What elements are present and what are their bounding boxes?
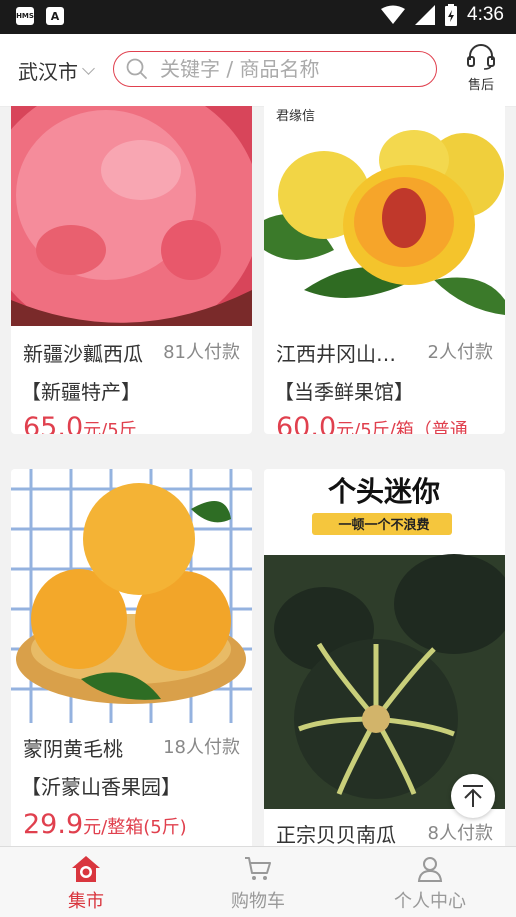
home-icon bbox=[72, 856, 100, 882]
price-value: 60.0 bbox=[276, 412, 337, 434]
search-box[interactable] bbox=[113, 51, 437, 87]
arrow-up-icon bbox=[463, 785, 483, 807]
cart-icon bbox=[245, 857, 271, 880]
product-card[interactable]: 新疆沙瓤西瓜 81人付款 【新疆特产】 65.0元/5斤 bbox=[11, 106, 252, 434]
tab-profile[interactable]: 个人中心 bbox=[344, 847, 516, 917]
product-price: 29.9元/整箱(5斤) bbox=[23, 809, 243, 840]
sales-count: 2人付款 bbox=[427, 342, 493, 363]
person-icon bbox=[417, 857, 443, 882]
search-input[interactable] bbox=[158, 56, 422, 82]
image-subline: 一顿一个不浪费 bbox=[338, 517, 429, 533]
clock: 4:36 bbox=[467, 4, 504, 25]
price-value: 29.9 bbox=[23, 809, 84, 840]
bottom-tab-bar: 集市 购物车 个人中心 bbox=[0, 846, 516, 917]
status-bar: HMS A 4:36 bbox=[0, 0, 516, 34]
tab-label: 个人中心 bbox=[394, 891, 466, 912]
back-to-top-button[interactable] bbox=[451, 774, 495, 818]
product-price: 65.0元/5斤 bbox=[23, 412, 243, 434]
signal-icon bbox=[415, 5, 436, 25]
tab-cart[interactable]: 购物车 bbox=[172, 847, 344, 917]
tab-label: 集市 bbox=[68, 891, 104, 912]
wifi-icon bbox=[381, 5, 406, 24]
sales-count: 8人付款 bbox=[427, 823, 493, 844]
product-title: 正宗贝贝南瓜 bbox=[276, 823, 396, 846]
hairy-peach-image bbox=[11, 469, 252, 723]
city-label: 武汉市 bbox=[18, 60, 78, 84]
city-selector[interactable]: 武汉市 bbox=[18, 56, 95, 85]
product-title: 江西井冈山黄桃 bbox=[276, 342, 396, 366]
image-headline: 个头迷你 bbox=[328, 475, 440, 508]
sales-count: 18人付款 bbox=[163, 737, 240, 758]
tab-market[interactable]: 集市 bbox=[0, 847, 172, 917]
product-tag: 【新疆特产】 bbox=[21, 380, 141, 404]
product-card[interactable]: 君缘信 江西井冈山黄桃 2人付款 【当季鲜果馆】 60.0元/5斤/箱（普通装） bbox=[264, 106, 505, 434]
after-sales-label: 售后 bbox=[467, 78, 494, 93]
price-value: 65.0 bbox=[23, 412, 84, 434]
product-title: 蒙阴黄毛桃 bbox=[23, 737, 123, 761]
tab-label: 购物车 bbox=[231, 891, 285, 912]
top-header: 武汉市 售后 bbox=[0, 34, 516, 107]
pumpkin-image: 个头迷你 一顿一个不浪费 bbox=[264, 469, 505, 809]
price-unit: 元/5斤/箱（普通装） bbox=[336, 420, 496, 434]
brand-mark: 君缘信 bbox=[276, 109, 315, 124]
search-icon bbox=[126, 58, 147, 79]
sales-count: 81人付款 bbox=[163, 342, 240, 363]
product-tag: 【沂蒙山香果园】 bbox=[21, 775, 181, 799]
app-a-icon: A bbox=[46, 7, 64, 25]
chevron-down-icon bbox=[82, 61, 95, 75]
headset-icon bbox=[467, 44, 495, 70]
product-price: 60.0元/5斤/箱（普通装） bbox=[276, 412, 496, 434]
hms-icon: HMS bbox=[16, 7, 34, 25]
yellow-peach-image: 君缘信 bbox=[264, 106, 505, 326]
price-unit: 元/5斤 bbox=[83, 420, 137, 434]
product-card[interactable]: 蒙阴黄毛桃 18人付款 【沂蒙山香果园】 29.9元/整箱(5斤) bbox=[11, 469, 252, 846]
price-unit: 元/整箱(5斤) bbox=[83, 817, 187, 838]
after-sales-button[interactable]: 售后 bbox=[464, 44, 498, 93]
product-tag: 【当季鲜果馆】 bbox=[274, 380, 414, 404]
watermelon-image bbox=[11, 106, 252, 326]
product-grid: 新疆沙瓤西瓜 81人付款 【新疆特产】 65.0元/5斤 君缘信 江西井冈山黄桃… bbox=[0, 106, 516, 846]
battery-icon bbox=[445, 4, 458, 26]
product-title: 新疆沙瓤西瓜 bbox=[23, 342, 143, 366]
